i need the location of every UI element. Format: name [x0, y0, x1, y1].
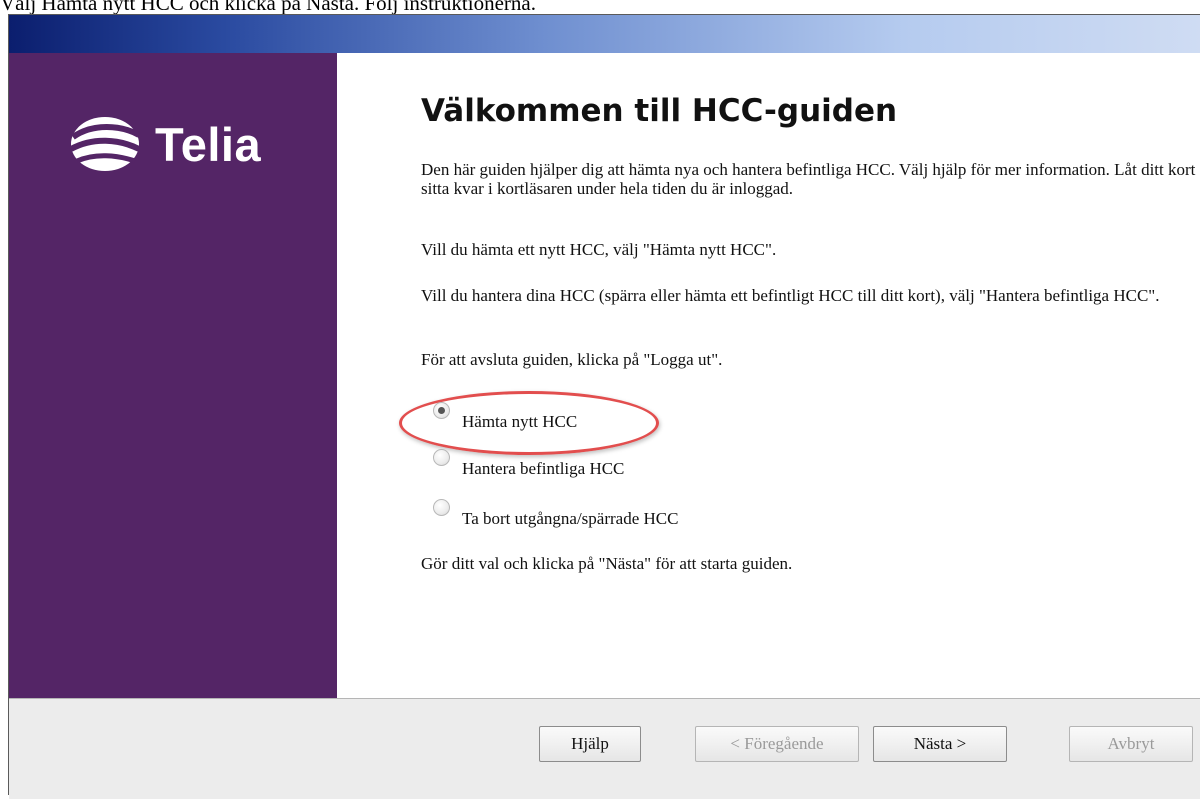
previous-button[interactable]: < Föregående [695, 726, 859, 762]
logout-info-text: För att avsluta guiden, klicka på "Logga… [421, 350, 723, 369]
radio-button[interactable] [433, 499, 450, 516]
window-titlebar [9, 15, 1200, 53]
option-label[interactable]: Hämta nytt HCC [462, 412, 577, 432]
brand-name: Telia [155, 117, 262, 171]
radio-button[interactable] [433, 449, 450, 466]
help-button[interactable]: Hjälp [539, 726, 641, 762]
cancel-button[interactable]: Avbryt [1069, 726, 1193, 762]
telia-logo: Telia [69, 115, 261, 173]
hcc-wizard-window: Telia Välkommen till HCC-guiden Den här … [8, 14, 1200, 799]
option-label[interactable]: Ta bort utgångna/spärrade HCC [462, 509, 678, 529]
page-title: Välkommen till HCC-guiden [421, 93, 898, 129]
intro-text: Den här guiden hjälper dig att hämta nya… [421, 160, 1196, 198]
fetch-info-text: Vill du hämta ett nytt HCC, välj "Hämta … [421, 240, 777, 259]
option-label[interactable]: Hantera befintliga HCC [462, 459, 624, 479]
brand-sidebar: Telia [9, 53, 337, 698]
radio-button-selected[interactable] [433, 402, 450, 419]
wizard-content: Välkommen till HCC-guiden Den här guiden… [337, 53, 1200, 698]
radio-dot [438, 407, 445, 414]
wizard-footer: Hjälp < Föregående Nästa > Avbryt [9, 698, 1200, 799]
manage-info-text: Vill du hantera dina HCC (spärra eller h… [421, 286, 1160, 305]
telia-pebble-icon [69, 115, 141, 173]
start-info-text: Gör ditt val och klicka på "Nästa" för a… [421, 554, 793, 573]
next-button[interactable]: Nästa > [873, 726, 1007, 762]
